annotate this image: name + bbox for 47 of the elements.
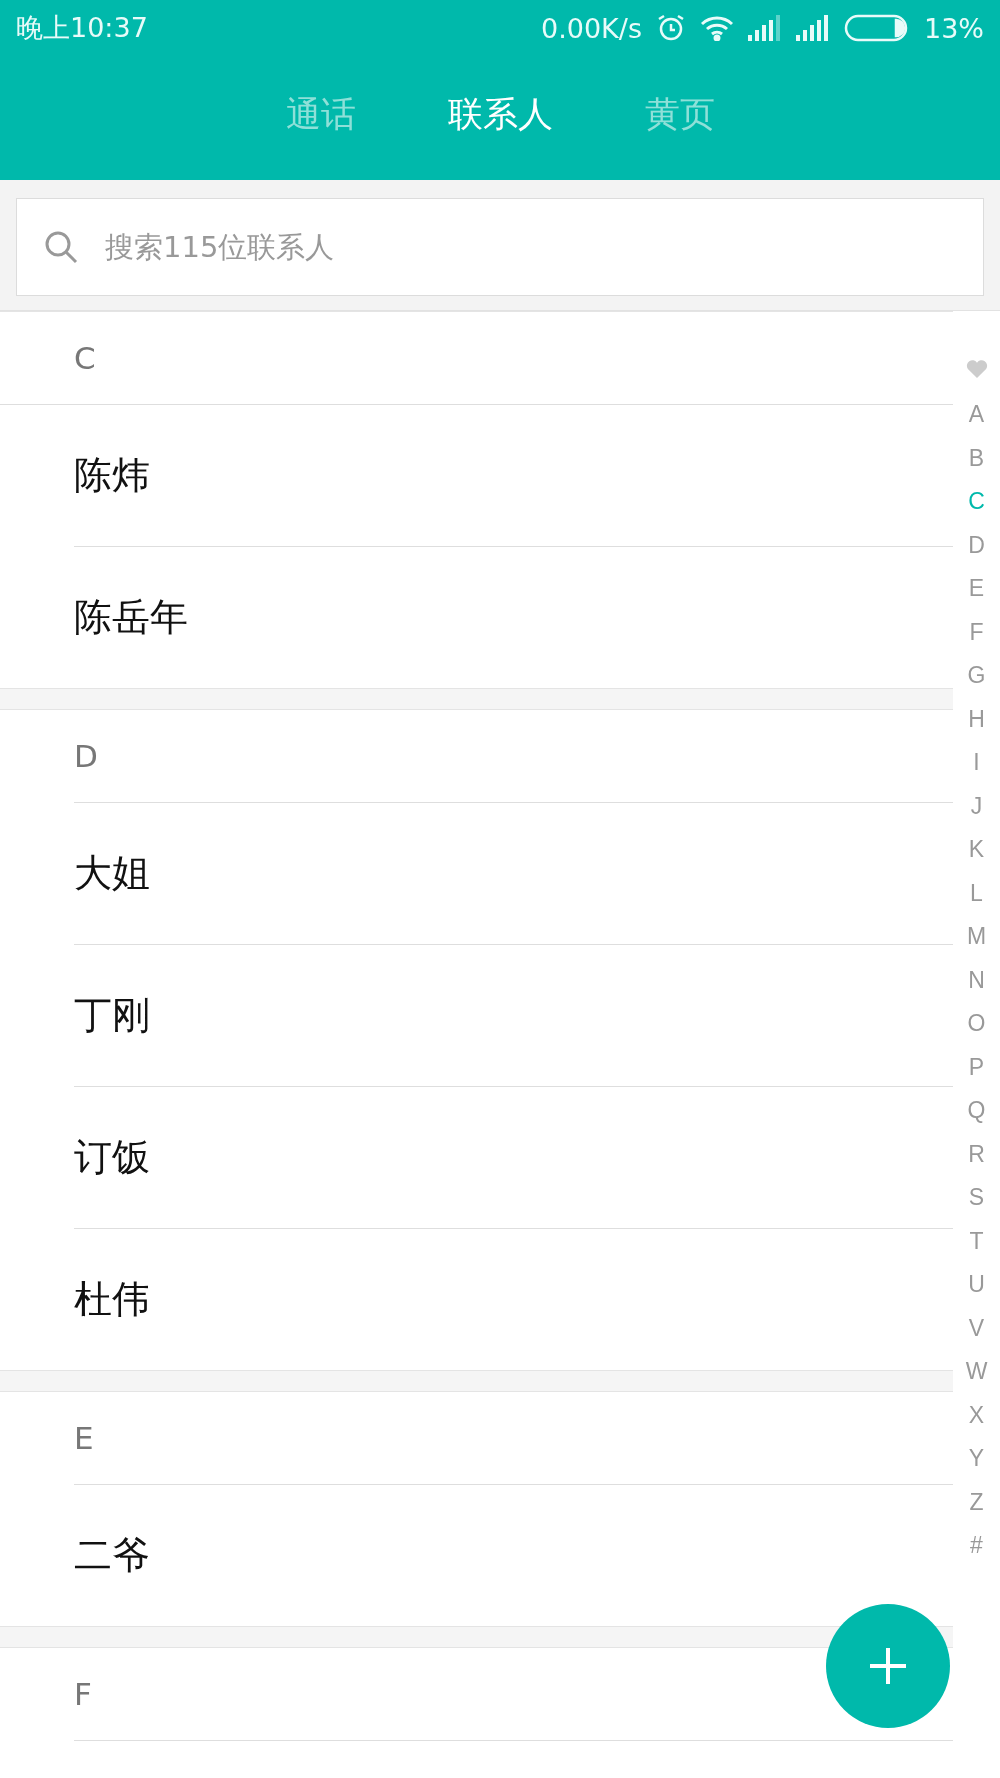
section-header: D	[74, 710, 953, 803]
tab[interactable]: 通话	[285, 90, 356, 138]
index-letter[interactable]: A	[968, 393, 985, 437]
wifi-icon	[700, 15, 734, 41]
index-letter[interactable]: T	[969, 1219, 984, 1263]
index-letter[interactable]: #	[970, 1524, 983, 1568]
network-speed: 0.00K/s	[541, 12, 642, 44]
index-letter[interactable]: Z	[969, 1480, 984, 1524]
index-letter[interactable]: S	[968, 1176, 985, 1220]
index-letter[interactable]: P	[968, 1045, 985, 1089]
index-letter[interactable]: D	[968, 523, 985, 567]
index-letter[interactable]: M	[966, 915, 987, 959]
signal-icon	[796, 15, 830, 41]
index-letter[interactable]: N	[968, 958, 985, 1002]
status-time: 晚上10:37	[16, 11, 148, 45]
section-header: E	[74, 1392, 953, 1485]
index-letter[interactable]: V	[968, 1306, 985, 1350]
signal-icon	[748, 15, 782, 41]
index-letter[interactable]: H	[968, 697, 985, 741]
battery-icon	[844, 14, 910, 42]
battery-percent: 13%	[924, 12, 984, 44]
tab[interactable]: 联系人	[447, 90, 553, 138]
index-letter[interactable]: Q	[967, 1089, 986, 1133]
alarm-icon	[656, 13, 686, 43]
heart-icon[interactable]	[965, 359, 988, 379]
index-letter[interactable]: E	[968, 567, 985, 611]
contact-name[interactable]: 杜伟	[74, 1229, 953, 1370]
index-letter[interactable]: O	[967, 1002, 986, 1046]
index-letter[interactable]: F	[969, 610, 984, 654]
index-letter[interactable]: B	[968, 436, 985, 480]
index-letter[interactable]: X	[968, 1393, 985, 1437]
index-letter[interactable]: L	[970, 871, 983, 915]
contact-name[interactable]: 二爷	[74, 1485, 953, 1626]
index-letter[interactable]: J	[970, 784, 983, 828]
index-letter[interactable]: I	[973, 741, 980, 785]
index-letter[interactable]: C	[968, 480, 985, 524]
contact-name[interactable]: 陈岳年	[74, 547, 953, 688]
tab[interactable]: 黄页	[644, 90, 715, 138]
index-letter[interactable]: G	[967, 654, 986, 698]
search-field[interactable]: 搜索115位联系人	[16, 198, 984, 296]
plus-icon	[868, 1646, 908, 1686]
index-letter[interactable]: U	[968, 1263, 985, 1307]
index-letter[interactable]: Y	[968, 1437, 985, 1481]
index-letter[interactable]: W	[965, 1350, 988, 1394]
section-header: C	[0, 312, 953, 405]
index-letter[interactable]: R	[968, 1132, 985, 1176]
index-letter[interactable]: K	[968, 828, 985, 872]
